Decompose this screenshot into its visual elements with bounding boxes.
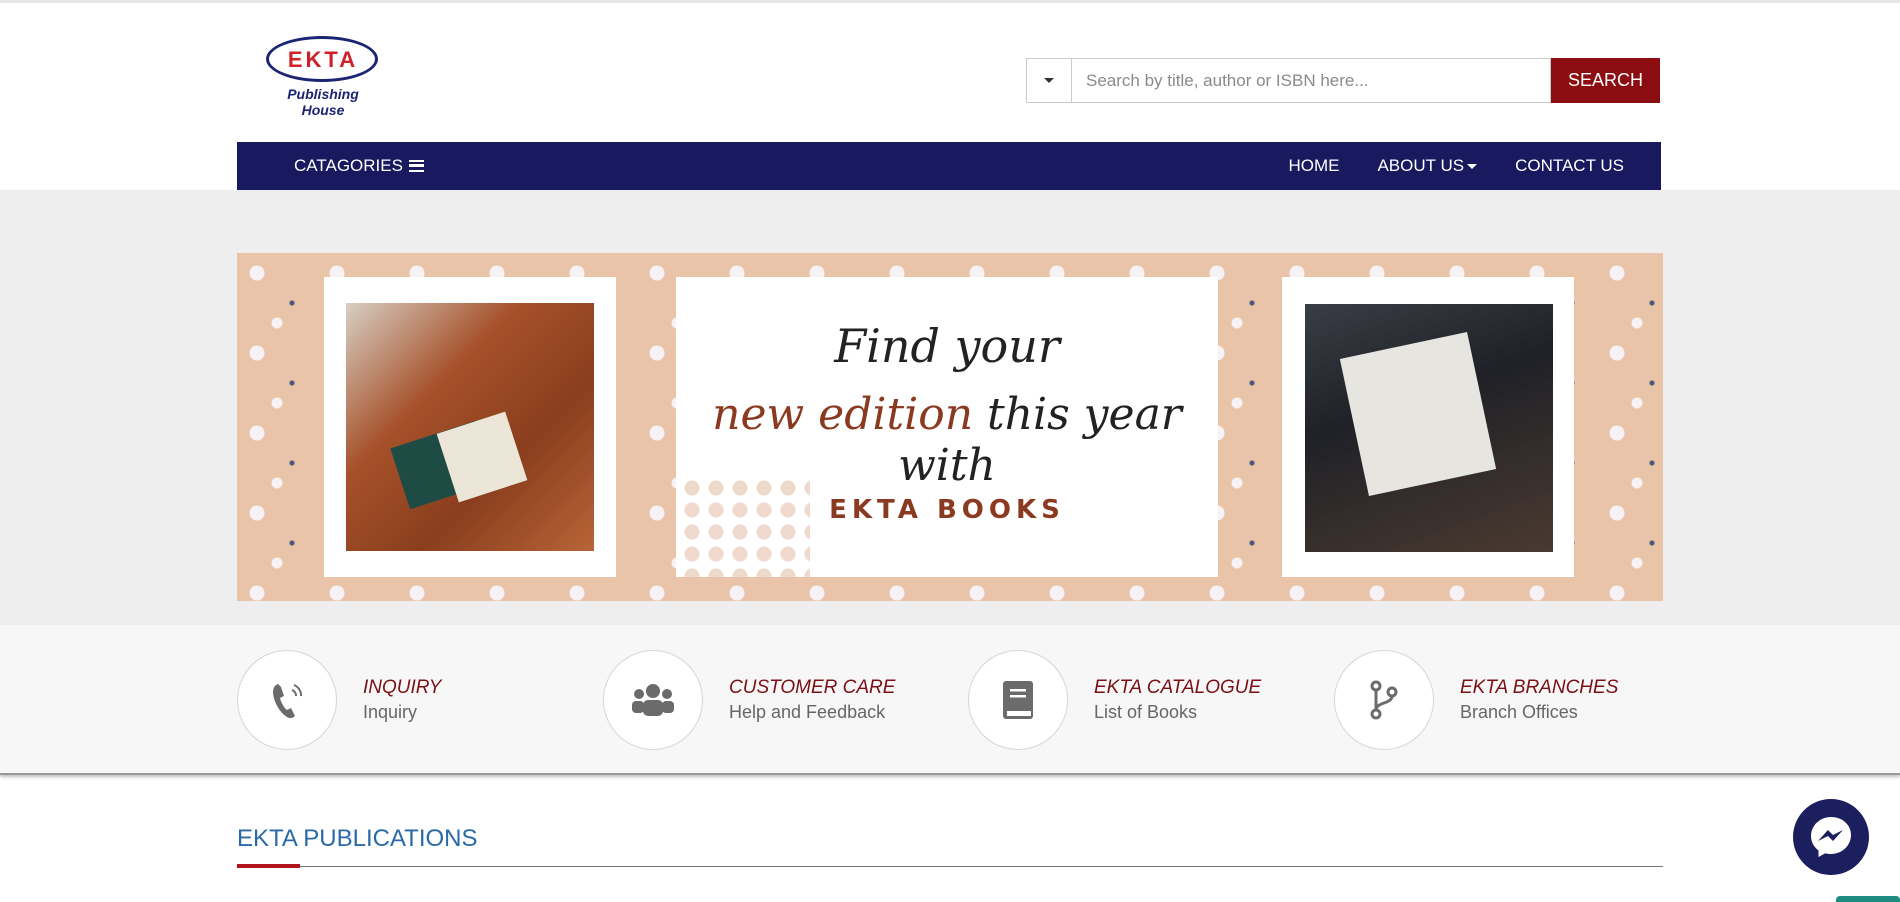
- photo-reading-woman: [346, 303, 594, 551]
- branch-icon: [1334, 650, 1434, 750]
- feature-inquiry[interactable]: INQUIRY Inquiry: [237, 650, 441, 750]
- book-icon: [968, 650, 1068, 750]
- section-divider: [237, 866, 1663, 867]
- nav-home[interactable]: HOME: [1288, 156, 1339, 176]
- nav-about-label: ABOUT US: [1377, 156, 1465, 175]
- feature-title: EKTA BRANCHES: [1460, 677, 1619, 698]
- users-icon: [603, 650, 703, 750]
- banner-center: Find your new edition this year with EKT…: [676, 277, 1218, 577]
- caret-down-icon: [1467, 163, 1478, 169]
- messenger-icon: [1811, 817, 1851, 857]
- search-input[interactable]: [1071, 58, 1551, 103]
- messenger-chat-button[interactable]: [1793, 799, 1869, 875]
- feature-title: EKTA CATALOGUE: [1094, 677, 1262, 698]
- feature-branches[interactable]: EKTA BRANCHES Branch Offices: [1334, 650, 1618, 750]
- main-nav: CATAGORIES HOME ABOUT US CONTACT US: [237, 142, 1661, 190]
- hamburger-icon: [408, 160, 424, 172]
- feature-subtitle: List of Books: [1094, 702, 1198, 722]
- search-button[interactable]: SEARCH: [1551, 58, 1660, 103]
- banner-line-3: EKTA BOOKS: [829, 495, 1065, 525]
- phone-icon: [237, 650, 337, 750]
- banner-line-1: Find your: [834, 319, 1060, 373]
- section-title: EKTA PUBLICATIONS: [237, 825, 478, 852]
- top-border: [0, 0, 1900, 3]
- feature-title: CUSTOMER CARE: [729, 677, 896, 698]
- feature-title: INQUIRY: [363, 677, 442, 698]
- banner-line-2: new edition this year with: [676, 389, 1218, 491]
- logo-subtitle: Publishing House: [287, 86, 359, 118]
- feature-catalogue[interactable]: EKTA CATALOGUE List of Books: [968, 650, 1261, 750]
- categories-label: CATAGORIES: [294, 156, 403, 175]
- caret-down-icon: [1044, 78, 1054, 83]
- logo[interactable]: EKTA Publishing House: [264, 36, 382, 118]
- feature-subtitle: Inquiry: [363, 702, 418, 722]
- photo-open-book: [1305, 304, 1553, 552]
- floating-tab[interactable]: [1836, 896, 1900, 902]
- feature-subtitle: Branch Offices: [1460, 702, 1578, 722]
- nav-about[interactable]: ABOUT US: [1377, 156, 1478, 176]
- categories-menu[interactable]: CATAGORIES: [294, 142, 424, 190]
- nav-contact[interactable]: CONTACT US: [1515, 156, 1624, 176]
- banner-accent-text: new edition: [712, 389, 974, 440]
- search-category-dropdown[interactable]: [1026, 58, 1071, 103]
- logo-brand: EKTA: [287, 47, 359, 72]
- search-bar: SEARCH: [1026, 58, 1660, 103]
- decorative-dots: [680, 477, 810, 577]
- section-accent-bar: [237, 864, 300, 868]
- feature-customer-care[interactable]: CUSTOMER CARE Help and Feedback: [603, 650, 895, 750]
- book-pages: [1339, 332, 1497, 496]
- feature-subtitle: Help and Feedback: [729, 702, 886, 722]
